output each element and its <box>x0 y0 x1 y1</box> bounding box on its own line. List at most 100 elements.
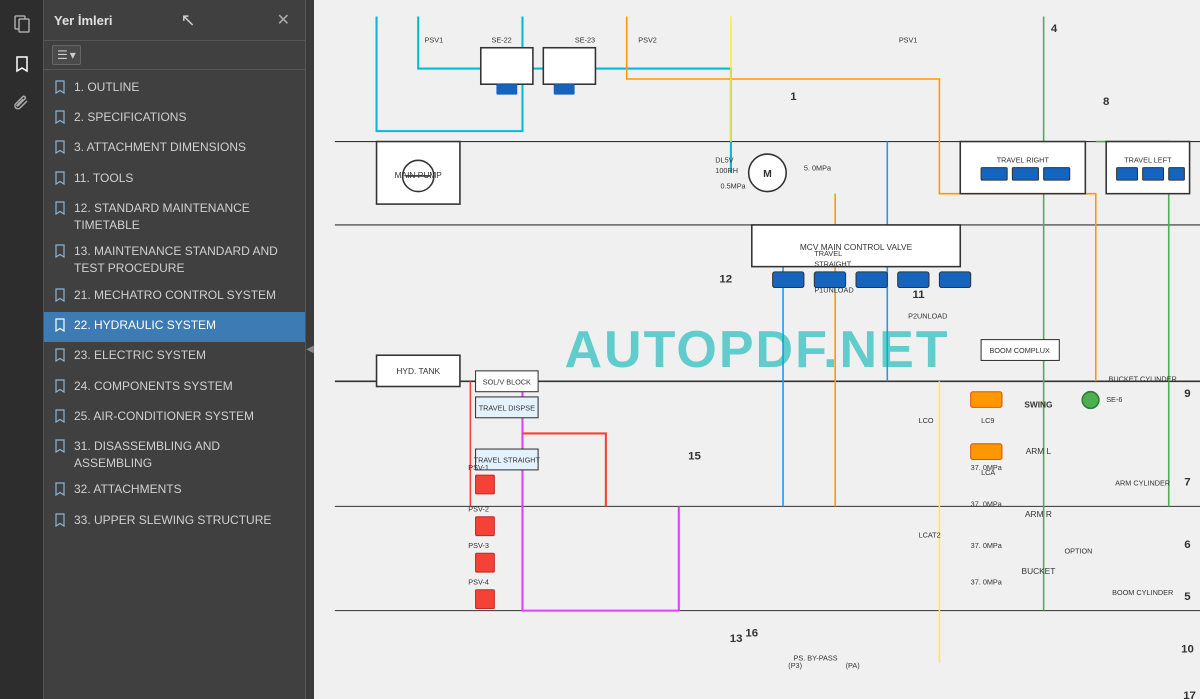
svg-text:M: M <box>763 169 772 180</box>
svg-text:(P3): (P3) <box>788 661 802 670</box>
nav-item-5[interactable]: 12. STANDARD MAINTENANCE TIMETABLE <box>44 195 305 239</box>
svg-text:LC9: LC9 <box>981 416 994 425</box>
svg-text:SWING: SWING <box>1024 399 1052 409</box>
svg-text:(PA): (PA) <box>846 661 860 670</box>
nav-item-label-9: 23. ELECTRIC SYSTEM <box>74 347 297 364</box>
nav-item-label-6: 13. MAINTENANCE STANDARD AND TEST PROCED… <box>74 243 297 277</box>
nav-item-label-3: 3. ATTACHMENT DIMENSIONS <box>74 139 297 156</box>
nav-item-1[interactable]: 1. OUTLINE <box>44 74 305 104</box>
svg-text:SE-22: SE-22 <box>491 36 511 45</box>
svg-text:5: 5 <box>1184 591 1191 603</box>
options-button[interactable]: ☰ ▾ <box>52 45 81 65</box>
nav-item-10[interactable]: 24. COMPONENTS SYSTEM <box>44 373 305 403</box>
hydraulic-diagram-svg: MAIN PUMP MCV MAIN CONTROL VALVE TRAVEL … <box>314 0 1200 699</box>
svg-text:SE-6: SE-6 <box>1106 395 1122 404</box>
svg-text:37. 0MPa: 37. 0MPa <box>971 541 1003 550</box>
svg-text:DL5V: DL5V <box>715 155 733 164</box>
svg-text:BOOM CYLINDER: BOOM CYLINDER <box>1112 588 1173 597</box>
svg-text:17: 17 <box>1183 690 1196 699</box>
svg-text:P1UNLOAD: P1UNLOAD <box>814 286 853 295</box>
bookmark-icon-6 <box>54 244 68 263</box>
attachments-icon[interactable] <box>6 88 38 120</box>
nav-items-list: 1. OUTLINE 2. SPECIFICATIONS 3. ATTACHMENT… <box>44 70 305 699</box>
svg-text:100RH: 100RH <box>715 166 738 175</box>
nav-item-label-5: 12. STANDARD MAINTENANCE TIMETABLE <box>74 200 297 234</box>
nav-item-3[interactable]: 3. ATTACHMENT DIMENSIONS <box>44 134 305 164</box>
bookmark-icon-13 <box>54 482 68 501</box>
bookmark-icon-7 <box>54 288 68 307</box>
bookmark-icon-1 <box>54 80 68 99</box>
bookmark-icon-5 <box>54 201 68 220</box>
bookmark-icon-10 <box>54 379 68 398</box>
bookmark-icon-14 <box>54 513 68 532</box>
bookmarks-panel: Yer İmleri ↖ ✕ ☰ ▾ 1. OUTLINE 2. SPECIFIC… <box>44 0 306 699</box>
svg-text:0.5MPa: 0.5MPa <box>721 181 747 190</box>
svg-text:ARM L: ARM L <box>1026 446 1052 456</box>
nav-item-label-1: 1. OUTLINE <box>74 79 297 96</box>
diagram-area[interactable]: MAIN PUMP MCV MAIN CONTROL VALVE TRAVEL … <box>314 0 1200 699</box>
cursor-indicator: ↖ <box>181 10 196 31</box>
nav-item-14[interactable]: 33. UPPER SLEWING STRUCTURE <box>44 507 305 537</box>
svg-text:HYD. TANK: HYD. TANK <box>396 366 440 376</box>
svg-text:MAIN PUMP: MAIN PUMP <box>395 170 443 180</box>
nav-item-label-2: 2. SPECIFICATIONS <box>74 109 297 126</box>
nav-item-6[interactable]: 13. MAINTENANCE STANDARD AND TEST PROCED… <box>44 238 305 282</box>
svg-text:11: 11 <box>913 289 926 301</box>
dropdown-arrow: ▾ <box>70 48 76 62</box>
svg-text:BUCKET: BUCKET <box>1022 566 1056 576</box>
svg-text:37. 0MPa: 37. 0MPa <box>971 578 1003 587</box>
pages-icon[interactable] <box>6 8 38 40</box>
svg-text:LCAT2: LCAT2 <box>919 531 941 540</box>
sidebar-title: Yer İmleri <box>54 13 113 28</box>
svg-text:BOOM COMPLUX: BOOM COMPLUX <box>990 346 1050 355</box>
nav-item-11[interactable]: 25. AIR-CONDITIONER SYSTEM <box>44 403 305 433</box>
svg-text:LCO: LCO <box>919 416 934 425</box>
svg-text:PSV-3: PSV-3 <box>468 541 489 550</box>
svg-text:5. 0MPa: 5. 0MPa <box>804 164 832 173</box>
nav-item-12[interactable]: 31. DISASSEMBLING AND ASSEMBLING <box>44 433 305 477</box>
nav-item-label-11: 25. AIR-CONDITIONER SYSTEM <box>74 408 297 425</box>
svg-text:6: 6 <box>1184 539 1190 551</box>
nav-item-label-4: 11. TOOLS <box>74 170 297 187</box>
nav-item-8[interactable]: 22. HYDRAULIC SYSTEM <box>44 312 305 342</box>
bookmarks-icon[interactable] <box>6 48 38 80</box>
sidebar-toolbar: ☰ ▾ <box>44 41 305 70</box>
svg-text:PSV-2: PSV-2 <box>468 505 489 514</box>
svg-text:37. 0MPa: 37. 0MPa <box>971 499 1003 508</box>
svg-text:TRAVEL DISPSE: TRAVEL DISPSE <box>479 403 535 412</box>
bookmark-icon-2 <box>54 110 68 129</box>
resize-handle[interactable] <box>306 0 314 699</box>
nav-item-label-14: 33. UPPER SLEWING STRUCTURE <box>74 512 297 529</box>
menu-icon: ☰ <box>57 48 68 62</box>
svg-text:13: 13 <box>730 633 743 645</box>
svg-text:P2UNLOAD: P2UNLOAD <box>908 312 947 321</box>
svg-text:PSV1: PSV1 <box>899 36 918 45</box>
bookmark-icon-8 <box>54 318 68 337</box>
svg-text:7: 7 <box>1184 477 1190 489</box>
close-button[interactable]: ✕ <box>272 8 295 32</box>
nav-item-label-10: 24. COMPONENTS SYSTEM <box>74 378 297 395</box>
svg-text:1: 1 <box>790 91 797 103</box>
svg-text:SE-23: SE-23 <box>575 36 595 45</box>
left-toolbar <box>0 0 44 699</box>
bookmark-icon-3 <box>54 140 68 159</box>
svg-text:15: 15 <box>688 450 701 462</box>
svg-text:PSV2: PSV2 <box>638 36 657 45</box>
nav-item-label-7: 21. MECHATRO CONTROL SYSTEM <box>74 287 297 304</box>
bookmark-icon-12 <box>54 439 68 458</box>
svg-text:PSV-1: PSV-1 <box>468 463 489 472</box>
svg-text:TRAVEL LEFT: TRAVEL LEFT <box>1124 155 1172 164</box>
svg-text:PSV-4: PSV-4 <box>468 578 489 587</box>
nav-item-13[interactable]: 32. ATTACHMENTS <box>44 476 305 506</box>
nav-item-4[interactable]: 11. TOOLS <box>44 165 305 195</box>
nav-item-2[interactable]: 2. SPECIFICATIONS <box>44 104 305 134</box>
nav-item-label-12: 31. DISASSEMBLING AND ASSEMBLING <box>74 438 297 472</box>
nav-item-9[interactable]: 23. ELECTRIC SYSTEM <box>44 342 305 372</box>
svg-text:ARM CYLINDER: ARM CYLINDER <box>1115 479 1170 488</box>
svg-text:OPTION: OPTION <box>1064 546 1092 555</box>
nav-item-7[interactable]: 21. MECHATRO CONTROL SYSTEM <box>44 282 305 312</box>
bookmark-icon-11 <box>54 409 68 428</box>
svg-text:4: 4 <box>1051 23 1058 35</box>
nav-item-label-8: 22. HYDRAULIC SYSTEM <box>74 317 297 334</box>
nav-item-label-13: 32. ATTACHMENTS <box>74 481 297 498</box>
